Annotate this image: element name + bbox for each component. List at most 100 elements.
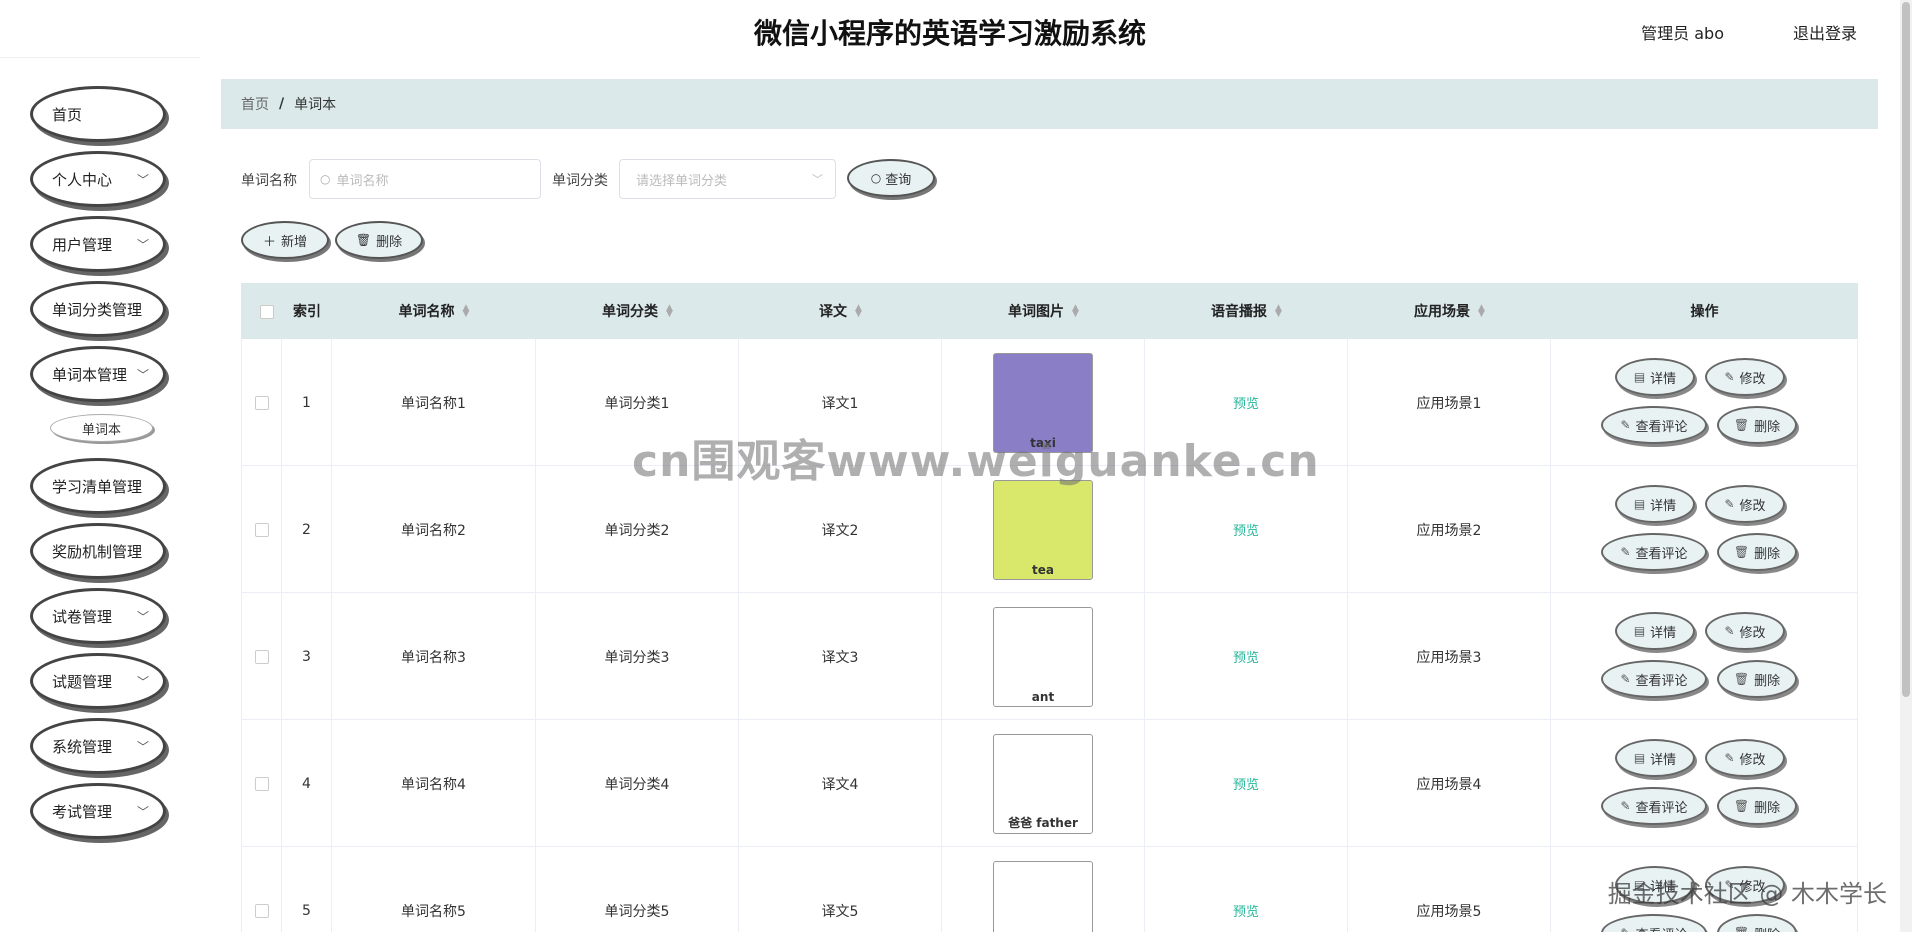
header-translation[interactable]: 译文 ▲ ▼ [739,283,942,339]
view-comments-button[interactable]: ✎ 查看评论 [1601,914,1707,932]
audio-preview-link[interactable]: 预览 [1233,647,1259,666]
view-comments-button[interactable]: ✎ 查看评论 [1601,787,1707,825]
sort-icon: ▲ ▼ [855,303,862,319]
search-icon: ○ [870,171,882,185]
name-search-input[interactable]: ○ 单词名称 [309,159,541,199]
audio-preview-link[interactable]: 预览 [1233,520,1259,539]
breadcrumb-home[interactable]: 首页 [241,94,269,114]
audio-preview-link[interactable]: 预览 [1233,774,1259,793]
detail-button[interactable]: ▤ 详情 [1615,485,1695,523]
table-row: 3 单词名称3 单词分类3 译文3 ant 预览 应用场景3 ▤ 详情 ✎ 修改 ✎ 查看评论 🗑 删除 [241,593,1858,720]
header-label: 语音播报 [1211,304,1268,320]
word-image[interactable]: 爸爸 father [993,733,1093,834]
document-icon: ▤ [1633,751,1646,765]
cell-index: 4 [282,720,332,847]
row-checkbox[interactable] [254,776,269,791]
sidebar-item-exams[interactable]: 考试管理 ﹀ [30,783,166,839]
cell-name: 单词名称3 [332,593,536,720]
sidebar-item-home[interactable]: 首页 [30,86,166,142]
cell-index: 2 [282,466,332,593]
sidebar-item-label: 系统管理 [52,737,113,756]
word-image-caption: ant [1031,689,1055,704]
document-icon: ▤ [1633,497,1646,511]
watermark: cn围观客www.weiguanke.cn [632,436,1320,487]
scrollbar[interactable] [1900,0,1912,932]
row-checkbox[interactable] [254,649,269,664]
sidebar-item-label: 单词分类管理 [52,300,143,319]
edit-button[interactable]: ✎ 修改 [1705,358,1785,396]
row-delete-button[interactable]: 🗑 删除 [1717,406,1797,444]
delete-button[interactable]: 🗑 删除 [335,221,423,259]
row-checkbox[interactable] [254,395,269,410]
cell-audio: 预览 [1145,593,1348,720]
sidebar-item-personal[interactable]: 个人中心 ﹀ [30,151,166,207]
row-delete-button-label: 删除 [1754,546,1781,562]
row-delete-button[interactable]: 🗑 删除 [1717,914,1797,932]
chevron-down-icon: ﹀ [136,805,149,819]
audio-preview-link[interactable]: 预览 [1233,393,1259,412]
header-audio[interactable]: 语音播报 ▲ ▼ [1145,283,1348,339]
detail-button[interactable]: ▤ 详情 [1615,612,1695,650]
row-delete-button[interactable]: 🗑 删除 [1717,533,1797,571]
cell-scene: 应用场景2 [1348,466,1551,593]
sidebar-item-system[interactable]: 系统管理 ﹀ [30,718,166,774]
chevron-down-icon: ﹀ [136,610,149,624]
detail-button[interactable]: ▤ 详情 [1615,358,1695,396]
edit-icon: ✎ [1620,672,1631,686]
query-button-label: 查询 [885,172,912,188]
search-icon: ○ [320,172,331,186]
watermark-corner: 掘金技术社区 @ 木木学长 [1607,880,1887,908]
sidebar-item-label: 试卷管理 [52,607,113,626]
view-comments-button[interactable]: ✎ 查看评论 [1601,406,1707,444]
detail-button[interactable]: ▤ 详情 [1615,739,1695,777]
scrollbar-thumb[interactable] [1902,2,1910,697]
view-comments-button[interactable]: ✎ 查看评论 [1601,660,1707,698]
row-delete-button-label: 删除 [1754,924,1780,932]
sidebar-item-label: 试题管理 [52,672,113,691]
row-checkbox[interactable] [254,903,269,918]
breadcrumb-current: 单词本 [294,97,337,113]
sidebar-item-word-category[interactable]: 单词分类管理 [30,281,166,337]
trash-icon: 🗑 [1734,926,1749,932]
detail-button-label: 详情 [1650,752,1677,768]
word-image[interactable]: tea [993,479,1093,580]
header-label: 索引 [293,304,321,320]
divider [0,57,200,58]
cell-checkbox [241,466,282,593]
word-image[interactable]: ant [993,606,1093,707]
view-comments-button[interactable]: ✎ 查看评论 [1601,533,1707,571]
trash-icon: 🗑 [1733,799,1750,813]
row-delete-button[interactable]: 🗑 删除 [1717,787,1797,825]
audio-preview-link[interactable]: 预览 [1233,901,1259,920]
sidebar-item-papers[interactable]: 试卷管理 ﹀ [30,588,166,644]
header-category[interactable]: 单词分类 ▲ ▼ [536,283,739,339]
header-name[interactable]: 单词名称 ▲ ▼ [332,283,536,339]
sidebar-item-study-list[interactable]: 学习清单管理 [30,458,166,514]
cell-image [942,847,1145,932]
word-image[interactable] [993,860,1093,932]
edit-button[interactable]: ✎ 修改 [1705,739,1785,777]
view-comments-button-label: 查看评论 [1635,673,1688,689]
delete-button-label: 删除 [376,234,403,250]
sidebar-item-users[interactable]: 用户管理 ﹀ [30,216,166,272]
edit-button-label: 修改 [1739,625,1766,641]
add-button-label: 新增 [281,234,308,250]
row-delete-button[interactable]: 🗑 删除 [1717,660,1797,698]
sidebar-item-label: 用户管理 [52,235,113,254]
sidebar-subitem-wordbook[interactable]: 单词本 [50,414,153,442]
select-all-checkbox[interactable] [260,305,274,319]
add-button[interactable]: ＋ 新增 [241,221,329,259]
category-select[interactable]: 请选择单词分类 ﹀ [619,159,836,199]
sidebar-item-wordbook[interactable]: 单词本管理 ﹀ [30,346,166,402]
query-button[interactable]: ○ 查询 [847,159,935,197]
sidebar-item-questions[interactable]: 试题管理 ﹀ [30,653,166,709]
header-scene[interactable]: 应用场景 ▲ ▼ [1348,283,1551,339]
header-image[interactable]: 单词图片 ▲ ▼ [942,283,1145,339]
edit-button[interactable]: ✎ 修改 [1705,612,1785,650]
edit-button[interactable]: ✎ 修改 [1705,485,1785,523]
header: 微信小程序的英语学习激励系统 管理员 abo 退出登录 [0,0,1900,60]
sort-icon: ▲ ▼ [462,303,470,319]
sidebar-item-rewards[interactable]: 奖励机制管理 [30,523,166,579]
logout-link[interactable]: 退出登录 [1793,20,1857,44]
row-checkbox[interactable] [254,522,269,537]
